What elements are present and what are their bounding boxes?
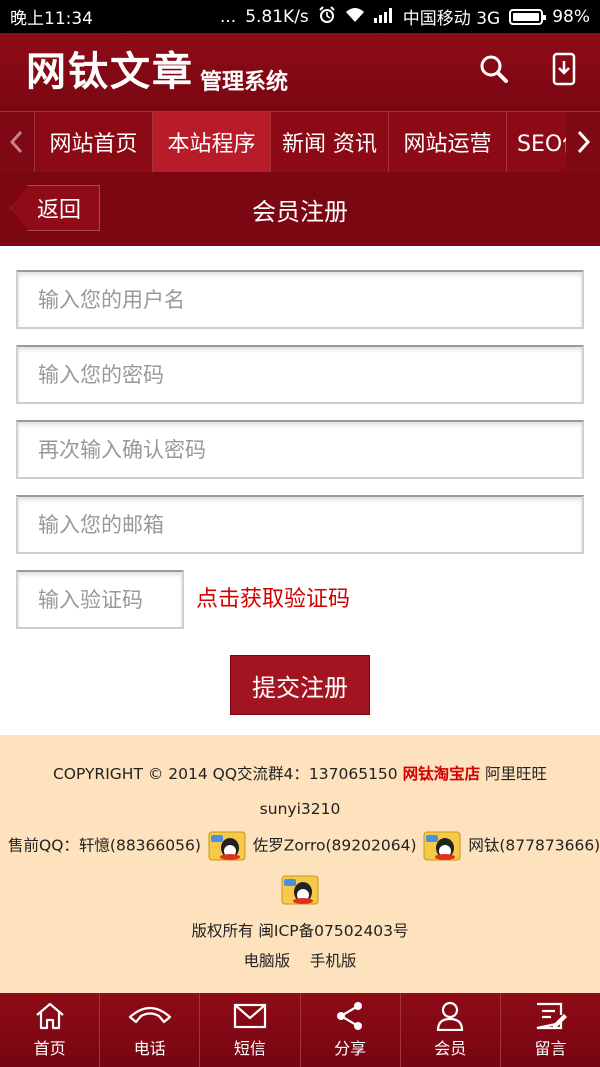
- register-form: 点击获取验证码 提交注册: [16, 270, 584, 715]
- footer-qq-icon-line: [0, 875, 600, 905]
- mail-icon: [233, 1003, 267, 1029]
- battery-level: 98%: [552, 6, 590, 27]
- battery-icon: [509, 8, 547, 25]
- captcha-input[interactable]: [38, 587, 182, 612]
- tab-label: 电话: [133, 1039, 166, 1058]
- mobile-version-link[interactable]: 手机版: [310, 952, 357, 970]
- presale-qq-3[interactable]: 网钛(877873666): [468, 837, 600, 855]
- wangwang-id[interactable]: sunyi3210: [260, 800, 341, 818]
- footer-rights-line: 版权所有 闽ICP备07502403号: [0, 919, 600, 941]
- site-header: 网钛文章 管理系统: [0, 33, 600, 111]
- confirm-password-input[interactable]: [38, 437, 582, 462]
- presale-qq-1[interactable]: 轩憶(88366056): [79, 837, 201, 855]
- captcha-field[interactable]: [16, 570, 184, 629]
- password-input[interactable]: [38, 362, 582, 387]
- wifi-icon: [345, 7, 365, 26]
- page-title: 会员注册: [252, 197, 348, 226]
- nav-item-news[interactable]: 新闻 资讯: [270, 112, 388, 172]
- submit-register-button[interactable]: 提交注册: [230, 655, 370, 715]
- pc-version-link[interactable]: 电脑版: [244, 952, 291, 970]
- taobao-shop-link[interactable]: 网钛淘宝店: [403, 765, 481, 783]
- email-field[interactable]: [16, 495, 584, 554]
- status-bar: 晚上11:34 ... 5.81K/s 中国移动 3G 98%: [0, 0, 600, 33]
- footer-presale-line: 售前QQ：轩憶(88366056) 佐罗Zorro(89202064) 网钛(8…: [0, 831, 600, 861]
- nav-item-operations[interactable]: 网站运营: [388, 112, 506, 172]
- presale-qq-2[interactable]: 佐罗Zorro(89202064): [253, 837, 417, 855]
- mobile-download-icon[interactable]: [546, 51, 582, 87]
- password-field[interactable]: [16, 345, 584, 404]
- signal-icon: [373, 7, 394, 26]
- site-footer: COPYRIGHT © 2014 QQ交流群4：137065150 网钛淘宝店 …: [0, 735, 600, 993]
- back-button[interactable]: 返回: [10, 185, 100, 231]
- alarm-icon: [318, 6, 336, 27]
- status-dots: ...: [219, 6, 237, 27]
- tab-phone[interactable]: 电话: [99, 993, 199, 1067]
- message-icon: [537, 1002, 568, 1030]
- bottom-tabbar: 首页 电话 短信 分享 会员 留言: [0, 993, 600, 1067]
- username-field[interactable]: [16, 270, 584, 329]
- footer-version-line: 电脑版 手机版: [0, 949, 600, 971]
- share-icon: [337, 1002, 363, 1030]
- tab-label: 留言: [534, 1039, 567, 1058]
- qq-chat-icon[interactable]: [208, 831, 246, 861]
- nav-item-programs[interactable]: 本站程序: [152, 112, 270, 172]
- presale-label: 售前QQ：: [8, 836, 79, 855]
- email-input[interactable]: [38, 512, 582, 537]
- site-logo[interactable]: 网钛文章 管理系统: [26, 48, 288, 96]
- tab-share[interactable]: 分享: [299, 993, 400, 1067]
- search-icon[interactable]: [476, 51, 512, 87]
- tab-label: 会员: [434, 1039, 467, 1058]
- tab-label: 分享: [334, 1039, 367, 1058]
- copyright-text: COPYRIGHT © 2014 QQ交流群4：137065150: [52, 765, 403, 783]
- status-time: 晚上11:34: [10, 9, 93, 29]
- footer-copyright-line: COPYRIGHT © 2014 QQ交流群4：137065150 网钛淘宝店 …: [0, 762, 600, 784]
- logo-main-text: 网钛文章: [26, 48, 194, 95]
- user-icon: [437, 1001, 464, 1031]
- tab-home[interactable]: 首页: [0, 993, 99, 1067]
- tab-label: 短信: [233, 1039, 266, 1058]
- logo-sub-text: 管理系统: [200, 70, 289, 95]
- network-speed: 5.81K/s: [245, 6, 309, 27]
- phone-icon: [128, 1006, 171, 1024]
- qq-chat-icon[interactable]: [423, 831, 461, 861]
- confirm-password-field[interactable]: [16, 420, 584, 479]
- nav-next-arrow[interactable]: [566, 112, 600, 172]
- aliwangwang-label: 阿里旺旺: [480, 765, 548, 783]
- get-captcha-link[interactable]: 点击获取验证码: [196, 581, 350, 613]
- home-icon: [35, 1002, 64, 1030]
- tab-member[interactable]: 会员: [399, 993, 500, 1067]
- tab-sms[interactable]: 短信: [199, 993, 299, 1067]
- main-nav: 网站首页 本站程序 新闻 资讯 网站运营 SEO优: [0, 111, 600, 172]
- page-titlebar: 返回 会员注册: [0, 172, 600, 246]
- carrier-name: 中国移动 3G: [402, 9, 501, 29]
- footer-wangwang-line: sunyi3210: [0, 800, 600, 818]
- tab-message[interactable]: 留言: [499, 993, 600, 1067]
- nav-prev-arrow[interactable]: [0, 112, 34, 172]
- icp-rights-text: 版权所有 闽ICP备07502403号: [191, 922, 409, 940]
- nav-item-home[interactable]: 网站首页: [34, 112, 152, 172]
- username-input[interactable]: [38, 287, 582, 312]
- qq-chat-icon[interactable]: [281, 875, 319, 905]
- tab-label: 首页: [33, 1039, 66, 1058]
